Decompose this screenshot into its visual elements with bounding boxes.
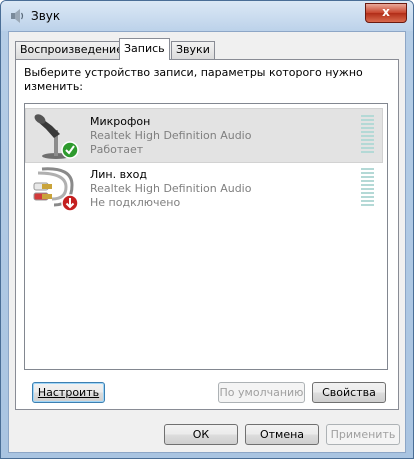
tab-recording[interactable]: Запись	[119, 38, 170, 60]
set-default-button[interactable]: По умолчанию	[218, 382, 305, 403]
device-driver: Realtek High Definition Audio	[90, 129, 252, 142]
ok-button[interactable]: ОК	[164, 424, 238, 445]
tab-playback[interactable]: Воспроизведение	[15, 41, 128, 59]
rca-cable-icon	[33, 167, 79, 212]
properties-button[interactable]: Свойства	[312, 382, 386, 403]
recording-device-list[interactable]: Микрофон Realtek High Definition Audio Р…	[24, 103, 388, 370]
cancel-button[interactable]: Отмена	[245, 424, 319, 445]
close-button[interactable]: x	[365, 3, 407, 23]
device-name: Лин. вход	[90, 168, 147, 181]
green-check-badge	[61, 141, 79, 159]
device-status: Работает	[90, 143, 144, 156]
close-icon: x	[382, 5, 390, 19]
recording-tab-panel: Выберите устройство записи, параметры ко…	[15, 59, 399, 410]
device-name: Микрофон	[90, 115, 151, 128]
speaker-icon	[11, 9, 24, 23]
tab-sounds[interactable]: Звуки	[171, 41, 215, 59]
device-driver: Realtek High Definition Audio	[90, 182, 252, 195]
device-item-microphone[interactable]: Микрофон Realtek High Definition Audio Р…	[25, 108, 383, 163]
configure-button-label: Настроить	[37, 386, 100, 399]
level-meter	[361, 168, 374, 208]
device-item-line-in[interactable]: Лин. вход Realtek High Definition Audio …	[26, 162, 382, 215]
apply-button[interactable]: Применить	[326, 424, 400, 445]
title-bar[interactable]: Звук x	[1, 1, 413, 31]
sound-dialog-window: Звук x Воспроизведение Запись Звуки Выбе…	[0, 0, 414, 459]
instruction-text: Выберите устройство записи, параметры ко…	[24, 66, 363, 93]
level-meter	[361, 115, 374, 155]
window-title: Звук	[31, 9, 61, 23]
red-down-arrow-badge	[61, 194, 79, 212]
configure-button[interactable]: Настроить	[32, 382, 105, 403]
dialog-client-area: Воспроизведение Запись Звуки Выберите ус…	[8, 31, 406, 453]
microphone-icon	[34, 114, 79, 159]
device-status: Не подключено	[90, 196, 181, 209]
